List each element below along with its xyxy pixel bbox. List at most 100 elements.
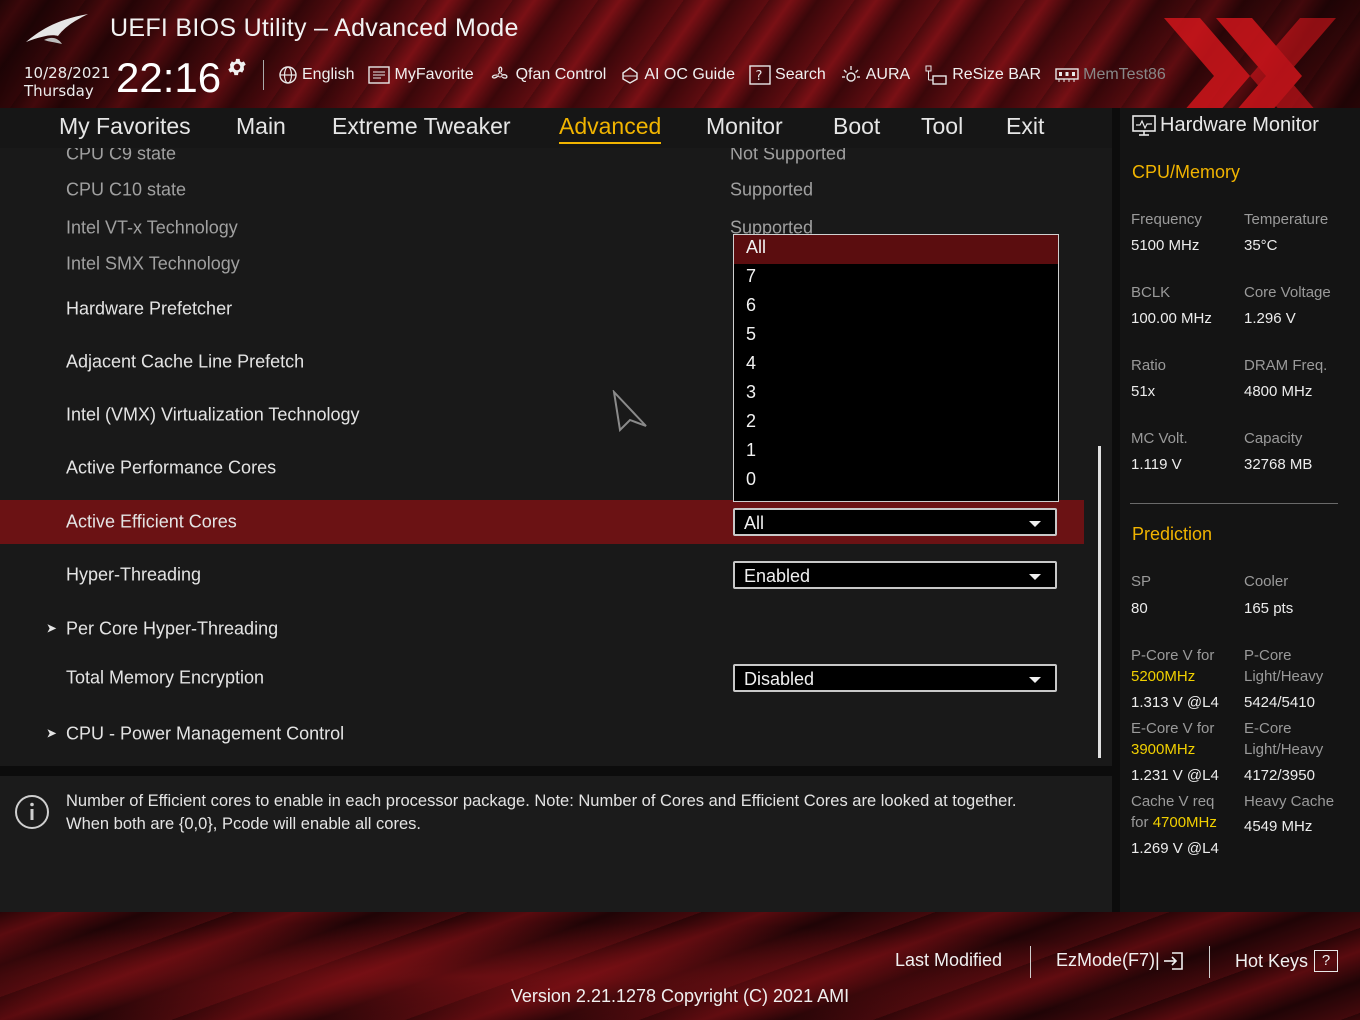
exit-arrow-icon	[1163, 951, 1183, 970]
ecore-v-label: E-Core V for 3900MHz	[1131, 720, 1215, 758]
ratio-label: Ratio	[1131, 357, 1167, 374]
temperature-label: Temperature	[1244, 211, 1329, 228]
english-button[interactable]: English	[278, 65, 354, 85]
ezmode-button[interactable]: EzMode(F7)|	[1056, 950, 1184, 971]
tab-my-favorites[interactable]: My Favorites	[59, 113, 191, 140]
globe-icon	[279, 66, 297, 84]
ecore-light-heavy-value: 4172/3950	[1244, 767, 1315, 784]
setting-label: Hardware Prefetcher	[66, 298, 233, 319]
ai-oc-guide-button[interactable]: AI OC Guide	[620, 65, 735, 85]
dropdown-option[interactable]: 1	[734, 438, 1058, 467]
heavy-cache-label: Heavy Cache	[1244, 793, 1335, 810]
mc-volt-value: 1.119 V	[1131, 456, 1182, 473]
pcore-light-heavy-label: P-Core Light/Heavy	[1244, 647, 1324, 685]
hardware-monitor-title: Hardware Monitor	[1132, 114, 1319, 137]
bclk-value: 100.00 MHz	[1131, 310, 1212, 327]
dropdown-option[interactable]: 4	[734, 351, 1058, 380]
resize-bar-button[interactable]: ReSize BAR	[924, 64, 1041, 86]
tab-tool[interactable]: Tool	[921, 113, 963, 140]
gear-icon[interactable]	[226, 56, 248, 78]
dropdown-option[interactable]: All	[734, 235, 1058, 264]
help-info-panel: Number of Efficient cores to enable in e…	[0, 776, 1112, 912]
tab-exit[interactable]: Exit	[1006, 113, 1044, 140]
qfan-label: Qfan Control	[515, 66, 607, 83]
svg-text:?: ?	[756, 69, 763, 84]
tab-extreme-tweaker[interactable]: Extreme Tweaker	[332, 113, 511, 140]
mouse-cursor-icon	[612, 390, 647, 432]
tab-main[interactable]: Main	[236, 113, 286, 140]
tab-advanced[interactable]: Advanced	[559, 113, 662, 144]
setting-value: Not Supported	[730, 148, 847, 164]
dropdown-option[interactable]: 2	[734, 409, 1058, 438]
dropdown-option[interactable]: 5	[734, 322, 1058, 351]
total-memory-encryption-select[interactable]: Disabled	[733, 664, 1057, 692]
ecore-light-heavy-label: E-Core Light/Heavy	[1244, 720, 1324, 758]
hot-keys-label: Hot Keys	[1235, 950, 1309, 971]
dropdown-option[interactable]: 3	[734, 380, 1058, 409]
setting-label: Hyper-Threading	[66, 564, 202, 585]
myfavorite-button[interactable]: MyFavorite	[368, 66, 474, 84]
hyper-threading-select[interactable]: Enabled	[733, 561, 1057, 589]
bclk-label: BCLK	[1131, 284, 1171, 301]
setting-label: CPU C9 state	[66, 148, 177, 164]
dram-freq-value: 4800 MHz	[1244, 383, 1313, 400]
ai-chip-icon	[622, 67, 639, 84]
memtest-button[interactable]: MemTest86	[1055, 66, 1166, 84]
qfan-control-button[interactable]: Qfan Control	[488, 64, 607, 86]
setting-row-total-memory-encryption[interactable]: Total Memory Encryption Disabled	[0, 656, 1084, 700]
prediction-section-title: Prediction	[1132, 524, 1213, 544]
ezmode-label: EzMode(F7)|	[1056, 950, 1160, 970]
memtest-label: MemTest86	[1083, 66, 1166, 83]
monitor-icon	[1132, 114, 1156, 136]
favorite-list-icon	[368, 66, 391, 84]
search-button[interactable]: ? Search	[749, 65, 826, 85]
hardware-monitor-panel: Hardware Monitor CPU/Memory Frequency 51…	[1120, 108, 1360, 912]
pcore-v-label: P-Core V for 5200MHz	[1131, 647, 1215, 685]
footer-separator	[1209, 946, 1210, 978]
tab-monitor[interactable]: Monitor	[706, 113, 783, 140]
dropdown-option[interactable]: 0	[734, 467, 1058, 496]
dropdown-option[interactable]: 7	[734, 264, 1058, 293]
ai-oc-guide-label: AI OC Guide	[644, 66, 736, 83]
setting-label: Intel SMX Technology	[66, 253, 240, 274]
setting-row-hyper-threading[interactable]: Hyper-Threading Enabled	[0, 553, 1084, 597]
pcore-v-value: 1.313 V @L4	[1131, 694, 1219, 711]
section-divider	[1130, 503, 1338, 504]
settings-scrollbar[interactable]	[1098, 446, 1101, 758]
hot-keys-button[interactable]: Hot Keys ?	[1235, 950, 1339, 972]
dropdown-option[interactable]: 6	[734, 293, 1058, 322]
core-voltage-value: 1.296 V	[1244, 310, 1296, 327]
myfavorite-label: MyFavorite	[394, 66, 474, 83]
setting-label: Intel VT-x Technology	[66, 217, 238, 238]
efficient-cores-dropdown-list: All 7 6 5 4 3 2 1 0	[733, 234, 1059, 502]
footer-separator	[1030, 946, 1031, 978]
pcore-light-heavy-value: 5424/5410	[1244, 694, 1315, 711]
setting-row-active-efficient-cores[interactable]: Active Efficient Cores All	[0, 500, 1084, 544]
setting-row-power-management[interactable]: ➤ CPU - Power Management Control	[0, 712, 1084, 756]
setting-label: CPU - Power Management Control	[66, 723, 345, 744]
aura-light-icon	[841, 66, 860, 82]
memory-icon	[1055, 68, 1079, 82]
setting-label: Active Efficient Cores	[66, 511, 237, 532]
select-value: Disabled	[744, 669, 815, 689]
heavy-cache-value: 4549 MHz	[1244, 818, 1313, 835]
aura-button[interactable]: AURA	[840, 64, 910, 86]
ecore-v-freq: 3900MHz	[1131, 741, 1196, 758]
setting-row-per-core-hyper-threading[interactable]: ➤ Per Core Hyper-Threading	[0, 607, 1084, 651]
tab-boot[interactable]: Boot	[833, 113, 880, 140]
last-modified-button[interactable]: Last Modified	[895, 950, 1002, 971]
search-label: Search	[775, 66, 826, 83]
cpu-memory-section-title: CPU/Memory	[1132, 162, 1241, 182]
day-text: Thursday	[24, 82, 94, 100]
info-icon	[15, 795, 49, 829]
frequency-value: 5100 MHz	[1131, 237, 1200, 254]
active-efficient-cores-select[interactable]: All	[733, 508, 1057, 536]
help-text-line: When both are {0,0}, Pcode will enable a…	[66, 815, 421, 833]
submenu-arrow-icon: ➤	[46, 726, 57, 742]
cache-v-value: 1.269 V @L4	[1131, 840, 1219, 857]
chevron-down-icon	[1029, 521, 1041, 527]
sp-value: 80	[1131, 600, 1148, 617]
question-mark-icon: ?	[1314, 950, 1339, 972]
setting-value: Supported	[730, 179, 814, 200]
cooler-label: Cooler	[1244, 573, 1289, 590]
